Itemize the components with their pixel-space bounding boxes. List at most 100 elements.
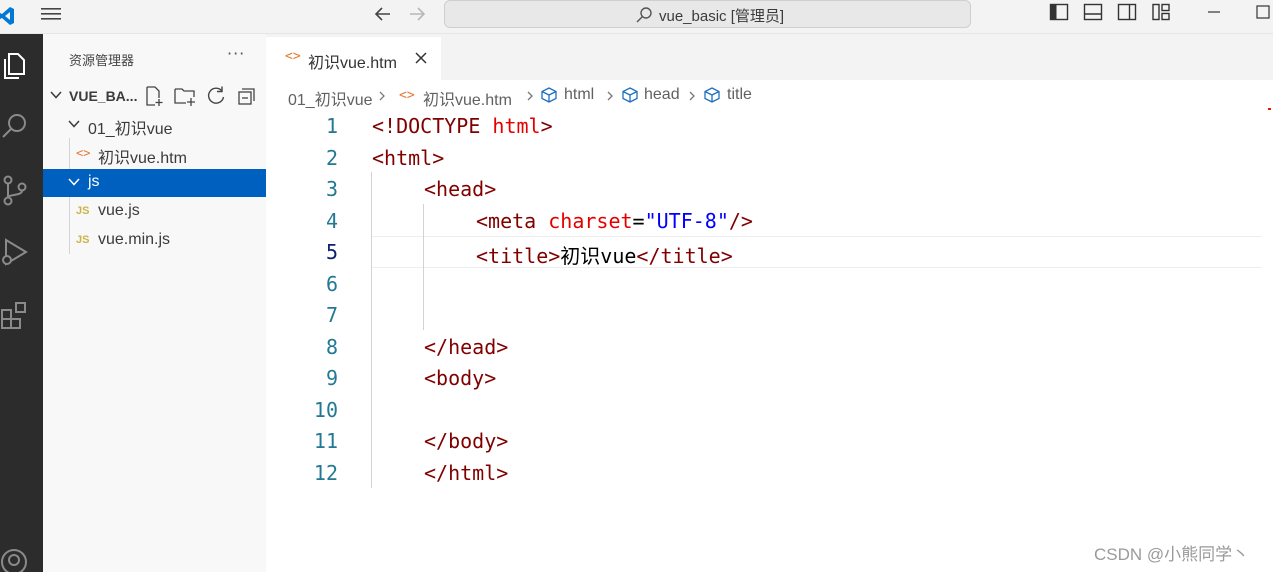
code-token-tag: <!DOCTYPE bbox=[372, 114, 481, 138]
code-token-tag: <html> bbox=[372, 146, 445, 170]
code-token-tag: <head> bbox=[424, 177, 497, 201]
chevron-down-icon bbox=[68, 120, 80, 128]
line-number: 6 bbox=[325, 272, 338, 296]
breadcrumb-html[interactable]: html bbox=[564, 86, 594, 104]
line-number: 2 bbox=[325, 146, 338, 170]
tree-file-vue-min-js[interactable]: JS vue.min.js bbox=[43, 227, 266, 255]
editor-tab-strip: <> 初识vue.htm bbox=[266, 34, 1273, 80]
source-control-icon[interactable] bbox=[0, 174, 32, 206]
code-token-attr: charset bbox=[536, 209, 633, 233]
extensions-icon[interactable] bbox=[0, 300, 32, 332]
back-arrow-icon[interactable] bbox=[372, 3, 394, 25]
explorer-more-actions-button[interactable]: ··· bbox=[227, 44, 245, 63]
chevron-right-icon bbox=[689, 91, 695, 101]
command-center-label: vue_basic [管理员] bbox=[659, 8, 785, 25]
run-debug-icon[interactable] bbox=[0, 236, 32, 268]
tree-folder-01[interactable]: 01_初识vue bbox=[43, 111, 266, 139]
line-number: 4 bbox=[325, 209, 338, 233]
breadcrumb-title[interactable]: title bbox=[727, 86, 752, 104]
tree-item-label: vue.min.js bbox=[98, 231, 171, 248]
tab-chushi-vue-htm[interactable]: <> 初识vue.htm bbox=[266, 36, 441, 80]
tree-file-vue-js[interactable]: JS vue.js bbox=[43, 198, 266, 226]
toggle-panel-icon[interactable] bbox=[1083, 2, 1103, 22]
code-token-tag: </head> bbox=[424, 335, 509, 359]
line-number: 11 bbox=[313, 429, 338, 453]
search-icon[interactable] bbox=[0, 110, 32, 142]
watermark: CSDN @小熊同学丶 bbox=[1094, 545, 1250, 564]
forward-arrow-icon[interactable] bbox=[406, 3, 428, 25]
javascript-file-icon: JS bbox=[76, 234, 90, 246]
code-editor[interactable]: 1 2 3 4 5 6 7 8 9 10 11 12 <!DOCTYPE htm… bbox=[266, 110, 1273, 572]
chevron-right-icon bbox=[607, 91, 613, 101]
code-line: <head> bbox=[424, 177, 496, 201]
code-line: <html> bbox=[372, 146, 444, 170]
line-number: 1 bbox=[325, 114, 338, 138]
chevron-down-icon bbox=[50, 91, 62, 99]
tree-item-label: vue.js bbox=[98, 202, 140, 219]
explorer-title: 资源管理器 bbox=[69, 53, 135, 68]
code-line: <body> bbox=[424, 366, 496, 390]
tree-item-label: 初识vue.htm bbox=[98, 150, 187, 167]
explorer-files-icon[interactable] bbox=[0, 48, 32, 80]
javascript-file-icon: JS bbox=[76, 205, 90, 217]
search-icon bbox=[636, 7, 652, 23]
maximize-window-icon[interactable] bbox=[1255, 2, 1273, 22]
accounts-icon[interactable] bbox=[0, 546, 32, 572]
line-number: 7 bbox=[325, 303, 338, 327]
element-cube-icon bbox=[541, 87, 557, 103]
code-line: <!DOCTYPE html> bbox=[372, 114, 553, 138]
code-token-string: "UTF-8" bbox=[644, 209, 729, 233]
code-line: </body> bbox=[424, 429, 508, 453]
chevron-right-icon bbox=[379, 91, 385, 101]
code-token-tag: /> bbox=[728, 209, 753, 233]
tree-item-label: 01_初识vue bbox=[88, 121, 173, 138]
tab-label: 初识vue.htm bbox=[308, 55, 397, 72]
line-number: 5 bbox=[325, 240, 338, 264]
html-file-icon: <> bbox=[399, 88, 415, 103]
line-number: 10 bbox=[313, 398, 338, 422]
close-icon[interactable] bbox=[412, 49, 430, 67]
tree-item-label: js bbox=[88, 173, 100, 190]
breadcrumb: 01_初识vue <> 初识vue.htm html head title bbox=[266, 80, 1273, 110]
minimize-window-icon[interactable] bbox=[1204, 2, 1224, 22]
toggle-primary-sidebar-icon[interactable] bbox=[1049, 2, 1069, 22]
new-folder-icon[interactable] bbox=[174, 85, 196, 107]
explorer-sidebar: 资源管理器 ··· VUE_BA... 01_初识vue <> 初识vue.ht… bbox=[43, 34, 266, 572]
new-file-icon[interactable] bbox=[143, 85, 165, 107]
code-token-tag: > bbox=[540, 114, 553, 138]
chevron-right-icon bbox=[527, 91, 533, 101]
hamburger-menu-icon[interactable] bbox=[40, 4, 62, 24]
code-token-attr: html bbox=[480, 114, 541, 138]
refresh-explorer-icon[interactable] bbox=[205, 85, 227, 107]
tree-folder-js[interactable]: js bbox=[43, 169, 266, 197]
indent-guide bbox=[371, 172, 372, 488]
breadcrumb-folder[interactable]: 01_初识vue bbox=[288, 86, 373, 110]
code-token-text: 初识vue bbox=[560, 244, 637, 268]
collapse-folders-icon[interactable] bbox=[236, 85, 258, 107]
tree-file-html[interactable]: <> 初识vue.htm bbox=[43, 140, 266, 168]
workspace-root-label: VUE_BA... bbox=[69, 88, 138, 104]
code-token-tag: </title> bbox=[636, 244, 733, 268]
toggle-secondary-sidebar-icon[interactable] bbox=[1117, 2, 1137, 22]
title-bar: vue_basic [管理员] bbox=[0, 0, 1273, 34]
breadcrumb-file[interactable]: 初识vue.htm bbox=[423, 86, 512, 110]
element-cube-icon bbox=[622, 87, 638, 103]
code-token-tag: <body> bbox=[424, 366, 497, 390]
indent-guide bbox=[423, 204, 424, 330]
customize-layout-icon[interactable] bbox=[1151, 2, 1171, 22]
line-number: 3 bbox=[325, 177, 338, 201]
line-number: 8 bbox=[325, 335, 338, 359]
line-number: 12 bbox=[313, 461, 338, 485]
code-token-eq: = bbox=[632, 209, 645, 233]
command-center[interactable]: vue_basic [管理员] bbox=[444, 0, 971, 28]
element-cube-icon bbox=[704, 87, 720, 103]
code-line: <title>初识vue</title> bbox=[476, 240, 733, 269]
line-number: 9 bbox=[325, 366, 338, 390]
vscode-logo-icon bbox=[0, 7, 14, 25]
breadcrumb-head[interactable]: head bbox=[644, 86, 680, 104]
code-line: </html> bbox=[424, 461, 508, 485]
html-file-icon: <> bbox=[76, 146, 91, 160]
code-token-tag: </html> bbox=[424, 461, 509, 485]
code-line: </head> bbox=[424, 335, 508, 359]
code-token-tag: <meta bbox=[476, 209, 537, 233]
